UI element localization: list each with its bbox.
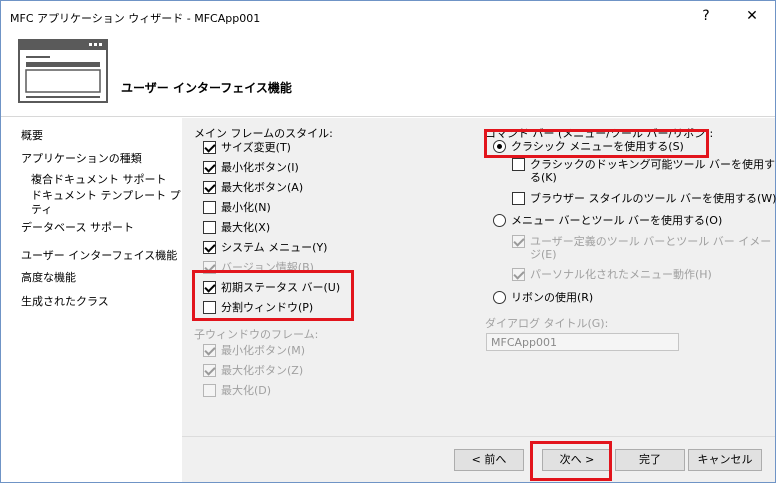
nav-item-doc-template-cont[interactable]: ティ (31, 201, 52, 217)
docking-toolbar-label-line2: る(K) (530, 171, 557, 184)
checkbox-box (512, 158, 525, 171)
checkbox-box (203, 383, 216, 397)
nav-item-overview[interactable]: 概要 (21, 127, 43, 143)
ribbon-label: リボンの使用(R) (511, 291, 594, 304)
checkbox-box (203, 140, 216, 154)
checkbox-label: 最大化ボタン(Z) (221, 364, 304, 377)
wizard-header: ユーザー インターフェイス機能 (1, 31, 775, 117)
checkbox-label: 最大化(D) (221, 384, 272, 397)
wizard-nav: 概要 アプリケーションの種類 複合ドキュメント サポート ドキュメント テンプレ… (1, 118, 203, 482)
button-bar: < 前へ 次へ > 完了 キャンセル (182, 436, 775, 482)
frame_styles-options-checkbox-1[interactable]: 最小化ボタン(I) (203, 159, 299, 175)
user-defined-label-line2: ジ(E) (530, 248, 557, 261)
child_frame-options-checkbox-0[interactable]: 最小化ボタン(M) (203, 342, 305, 358)
menubar-toolbar-radio[interactable]: メニュー バーとツール バーを使用する(O) (493, 212, 722, 228)
title-bar: MFC アプリケーション ウィザード - MFCApp001 ? ✕ (1, 1, 775, 31)
nav-item-database[interactable]: データベース サポート (21, 219, 134, 235)
frame_styles-options-checkbox-5[interactable]: システム メニュー(Y) (203, 239, 327, 255)
browser-toolbar-label: ブラウザー スタイルのツール バーを使用する(W) (530, 192, 776, 205)
checkbox-box (203, 200, 216, 214)
ribbon-radio[interactable]: リボンの使用(R) (493, 289, 593, 305)
child-frame-label: 子ウィンドウのフレーム: (194, 328, 319, 341)
checkbox-label: システム メニュー(Y) (221, 241, 328, 254)
child_frame-options-checkbox-1[interactable]: 最大化ボタン(Z) (203, 362, 303, 378)
wizard-window: MFC アプリケーション ウィザード - MFCApp001 ? ✕ ユーザー … (0, 0, 776, 483)
checkbox-label: 最小化ボタン(M) (221, 344, 306, 357)
radio-indicator (493, 213, 506, 227)
frame_styles-options-checkbox-3[interactable]: 最小化(N) (203, 199, 271, 215)
highlight-next-button (530, 441, 612, 481)
checkbox-label: 最小化(N) (221, 201, 271, 214)
checkbox-label: 最大化(X) (221, 221, 271, 234)
docking-toolbar-checkbox[interactable] (512, 158, 530, 171)
frame_styles-options-checkbox-2[interactable]: 最大化ボタン(A) (203, 179, 303, 195)
nav-item-advanced[interactable]: 高度な機能 (21, 269, 76, 285)
checkbox-box (203, 240, 216, 254)
personalized-menu-label: パーソナル化されたメニュー動作(H) (530, 268, 712, 281)
nav-item-generated-classes[interactable]: 生成されたクラス (21, 293, 109, 309)
child_frame-options-checkbox-2[interactable]: 最大化(D) (203, 382, 271, 398)
checkbox-box (203, 220, 216, 234)
nav-item-compound-doc[interactable]: 複合ドキュメント サポート (31, 171, 167, 187)
frame_styles-options-checkbox-0[interactable]: サイズ変更(T) (203, 139, 291, 155)
window-template-icon (18, 39, 108, 103)
nav-item-doc-template[interactable]: ドキュメント テンプレート プロパ (31, 187, 203, 203)
close-button[interactable]: ✕ (730, 1, 774, 31)
page-title: ユーザー インターフェイス機能 (121, 81, 292, 95)
checkbox-box (203, 160, 216, 174)
frame_styles-options-checkbox-4[interactable]: 最大化(X) (203, 219, 270, 235)
checkbox-box (203, 343, 216, 357)
checkbox-label: 最小化ボタン(I) (221, 161, 299, 174)
nav-item-ui-features[interactable]: ユーザー インターフェイス機能 (21, 247, 177, 263)
personalized-menu-checkbox[interactable]: パーソナル化されたメニュー動作(H) (512, 266, 712, 282)
cancel-button[interactable]: キャンセル (688, 449, 762, 471)
checkbox-box (512, 191, 525, 205)
checkbox-box (512, 267, 525, 281)
checkbox-box (512, 235, 525, 248)
checkbox-label: 最大化ボタン(A) (221, 181, 304, 194)
checkbox-box (203, 180, 216, 194)
user-defined-toolbar-checkbox[interactable] (512, 235, 530, 248)
nav-item-app-type[interactable]: アプリケーションの種類 (21, 150, 142, 166)
dialog-title-input[interactable] (486, 333, 679, 351)
finish-button[interactable]: 完了 (615, 449, 685, 471)
highlight-statusbar-split (192, 270, 354, 321)
help-button[interactable]: ? (684, 1, 728, 31)
docking-toolbar-label-line1: クラシックのドッキング可能ツール バーを使用す (530, 158, 775, 171)
dialog-title-label: ダイアログ タイトル(G): (485, 317, 609, 330)
radio-indicator (493, 290, 506, 304)
prev-button[interactable]: < 前へ (454, 449, 524, 471)
menubar-toolbar-label: メニュー バーとツール バーを使用する(O) (511, 214, 723, 227)
window-title: MFC アプリケーション ウィザード - MFCApp001 (10, 12, 261, 25)
user-defined-label-line1: ユーザー定義のツール バーとツール バー イメー (530, 235, 772, 248)
browser-toolbar-checkbox[interactable]: ブラウザー スタイルのツール バーを使用する(W) (512, 190, 776, 206)
checkbox-label: サイズ変更(T) (221, 141, 291, 154)
highlight-classic-menu (484, 129, 709, 158)
checkbox-box (203, 363, 216, 377)
